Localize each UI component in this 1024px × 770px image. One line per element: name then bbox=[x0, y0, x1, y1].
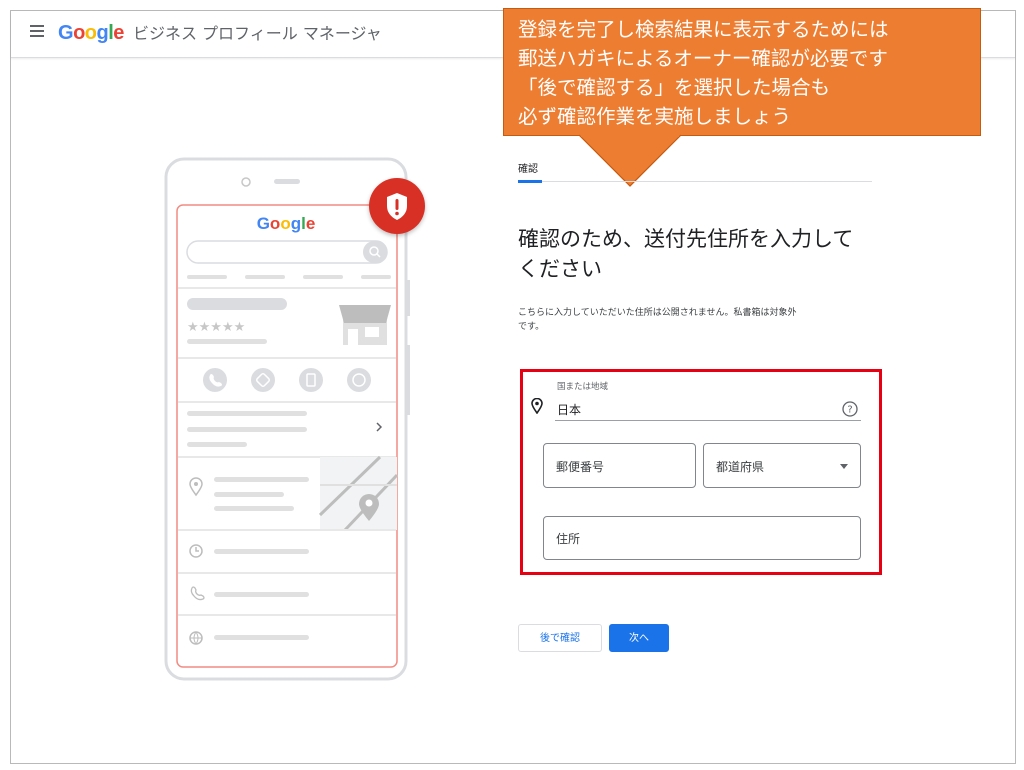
callout-pointer bbox=[578, 134, 682, 187]
callout-line: 「後で確認する」を選択した場合も bbox=[518, 76, 831, 99]
app-brand: Google ビジネス プロフィール マネージャ bbox=[58, 20, 382, 44]
heading-line: ください bbox=[518, 257, 602, 281]
help-icon[interactable]: ? bbox=[842, 401, 858, 417]
location-pin-icon bbox=[531, 398, 543, 414]
tab-verification[interactable]: 確認 bbox=[518, 160, 538, 175]
callout-line: 郵送ハガキによるオーナー確認が必要です bbox=[518, 47, 888, 70]
svg-text:Google: Google bbox=[257, 214, 316, 233]
logo-letter: o bbox=[73, 22, 85, 44]
callout-annotation: 登録を完了し検索結果に表示するためには 郵送ハガキによるオーナー確認が必要です … bbox=[503, 8, 981, 136]
address-placeholder: 住所 bbox=[556, 532, 581, 546]
postal-code-input[interactable]: 郵便番号 bbox=[543, 443, 696, 488]
logo-letter: g bbox=[96, 22, 109, 44]
prefecture-select[interactable]: 都道府県 bbox=[703, 443, 861, 488]
dropdown-arrow-icon bbox=[840, 464, 848, 469]
heading-line: 確認のため、送付先住所を入力して bbox=[518, 227, 854, 251]
country-select[interactable]: 日本 bbox=[557, 401, 581, 418]
tab-active-indicator bbox=[518, 180, 542, 183]
logo-letter: G bbox=[58, 22, 74, 44]
next-button[interactable]: 次へ bbox=[609, 624, 669, 652]
svg-text:?: ? bbox=[847, 405, 852, 416]
postal-code-placeholder: 郵便番号 bbox=[556, 460, 605, 474]
menu-icon[interactable] bbox=[30, 25, 44, 37]
google-logo: Google bbox=[58, 22, 129, 44]
callout-line: 必ず確認作業を実施しましょう bbox=[518, 105, 792, 128]
note-line: です。 bbox=[518, 322, 545, 332]
prefecture-placeholder: 都道府県 bbox=[716, 460, 765, 474]
app-title: ビジネス プロフィール マネージャ bbox=[132, 24, 382, 43]
tab-divider bbox=[518, 181, 872, 182]
rating-stars: ★★★★★ bbox=[187, 320, 245, 335]
country-field-underline bbox=[555, 420, 861, 421]
note-line: こちらに入力していただいた住所は公開されません。私書箱は対象外 bbox=[518, 308, 797, 318]
shield-alert-icon bbox=[369, 178, 425, 234]
phone-illustration: Google ★★★★★ bbox=[160, 155, 420, 689]
address-input[interactable]: 住所 bbox=[543, 516, 861, 560]
privacy-note: こちらに入力していただいた住所は公開されません。私書箱は対象外 です。 bbox=[518, 306, 878, 334]
callout-line: 登録を完了し検索結果に表示するためには bbox=[518, 18, 889, 41]
page-heading: 確認のため、送付先住所を入力して ください bbox=[518, 224, 888, 284]
verify-later-button[interactable]: 後で確認 bbox=[518, 624, 602, 652]
country-field-label: 国または地域 bbox=[557, 382, 609, 392]
logo-letter: o bbox=[84, 22, 97, 44]
phone-svg: Google ★★★★★ bbox=[164, 157, 410, 681]
logo-letter: e bbox=[113, 22, 124, 44]
